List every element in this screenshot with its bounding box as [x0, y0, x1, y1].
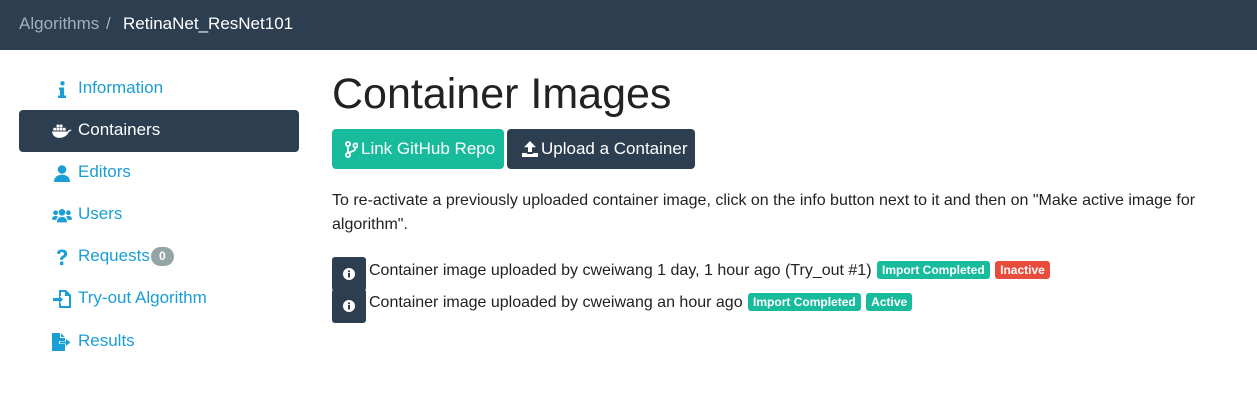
- image-info-button[interactable]: [332, 289, 366, 323]
- sidebar-item-results[interactable]: Results: [19, 321, 299, 363]
- sidebar-item-label: Results: [78, 331, 135, 350]
- sidebar-item-users[interactable]: Users: [19, 194, 299, 236]
- sidebar-item-label: Editors: [78, 162, 131, 181]
- info-circle-icon: [343, 268, 355, 280]
- breadcrumb-separator: /: [106, 14, 111, 33]
- upload-icon: [522, 141, 538, 157]
- users-icon: [52, 204, 72, 226]
- requests-count-badge: 0: [150, 247, 174, 266]
- question-icon: [52, 246, 72, 268]
- container-image-description: Container image uploaded by cweiwang 1 d…: [369, 262, 872, 279]
- file-export-icon: [52, 331, 72, 353]
- sidebar-item-label: Containers: [78, 120, 161, 139]
- info-circle-icon: [343, 300, 355, 312]
- code-branch-icon: [345, 140, 358, 158]
- sidebar-item-label: Users: [78, 204, 123, 223]
- page-title: Container Images: [332, 70, 672, 118]
- container-image-description: Container image uploaded by cweiwang an …: [369, 294, 743, 311]
- import-status-badge: Import Completed: [876, 261, 990, 279]
- link-github-repo-button[interactable]: Link GitHub Repo: [332, 129, 504, 169]
- info-icon: [52, 78, 72, 100]
- sidebar-item-label: Information: [78, 78, 164, 97]
- sidebar-item-label: Try-out Algorithm: [78, 288, 207, 307]
- user-icon: [52, 162, 72, 184]
- import-status-badge: Import Completed: [748, 293, 861, 311]
- breadcrumb-current: RetinaNet_ResNet101: [123, 14, 294, 33]
- image-info-button[interactable]: [332, 257, 366, 291]
- breadcrumb-algorithms-link[interactable]: Algorithms: [19, 14, 99, 34]
- sidebar-item-editors[interactable]: Editors: [19, 152, 299, 194]
- sidebar-item-information[interactable]: Information: [19, 68, 299, 110]
- inactive-status-badge: Inactive: [995, 261, 1050, 279]
- docker-icon: [52, 120, 72, 142]
- reactivate-instructions: To re-activate a previously uploaded con…: [332, 192, 1196, 233]
- top-navbar: Algorithms / RetinaNet_ResNet101: [0, 0, 1257, 50]
- upload-container-button[interactable]: Upload a Container: [507, 129, 695, 169]
- sidebar-item-requests[interactable]: Requests 0: [19, 236, 299, 278]
- active-status-badge: Active: [866, 293, 913, 311]
- sidebar-item-try-out-algorithm[interactable]: Try-out Algorithm: [19, 278, 299, 320]
- sidebar-item-label: Requests: [78, 246, 150, 265]
- upload-container-label: Upload a Container: [541, 139, 688, 158]
- file-import-icon: [52, 288, 72, 310]
- link-github-repo-label: Link GitHub Repo: [361, 139, 496, 158]
- sidebar-item-containers[interactable]: Containers: [19, 110, 299, 152]
